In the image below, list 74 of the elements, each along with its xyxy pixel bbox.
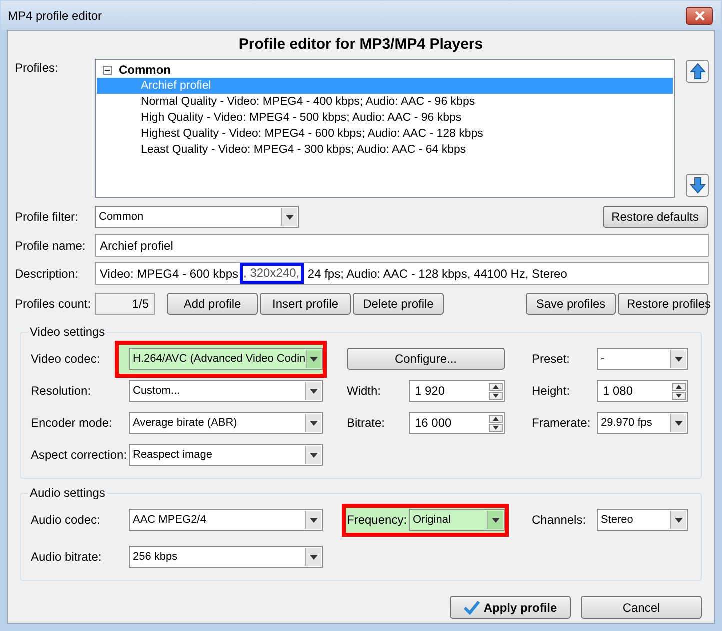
- arrow-down-icon: [690, 177, 706, 194]
- spin-field[interactable]: 16 000: [409, 412, 505, 434]
- dropdown[interactable]: Common: [95, 206, 299, 228]
- restore-defaults-button[interactable]: Restore defaults: [602, 206, 708, 228]
- dropdown-caret-icon: [487, 511, 503, 529]
- dropdown-caret-icon: [305, 548, 321, 566]
- tree-item[interactable]: Highest Quality - Video: MPEG4 - 600 kbps; Audio: AAC - 128 kbps: [97, 126, 673, 142]
- checkmark-icon: [464, 600, 480, 614]
- field-label: Audio bitrate:: [31, 549, 103, 566]
- name-field[interactable]: Archief profiel: [95, 234, 709, 257]
- field-label: Audio codec:: [31, 512, 102, 529]
- field-label: Aspect correction:: [31, 447, 128, 464]
- dropdown-caret-icon: [281, 208, 297, 226]
- field-label: Width:: [347, 383, 382, 400]
- window-title: MP4 profile editor: [8, 8, 102, 24]
- dropdown-caret-icon: [305, 414, 321, 432]
- dropdown[interactable]: Average birate (ABR): [129, 412, 323, 434]
- group-title: Audio settings: [28, 485, 108, 501]
- dropdown[interactable]: 29.970 fps: [597, 412, 688, 434]
- spin-field[interactable]: 1 920: [409, 380, 505, 402]
- dropdown[interactable]: Custom...: [129, 380, 323, 402]
- profiles-store-button[interactable]: Save profiles: [526, 293, 616, 315]
- dropdown-caret-icon: [670, 511, 686, 529]
- spin-arrows-icon: [672, 382, 686, 400]
- field-label: Height:: [532, 383, 572, 400]
- profile-action-button[interactable]: Add profile: [167, 293, 258, 315]
- close-button[interactable]: [686, 6, 713, 24]
- group-title: Video settings: [28, 324, 108, 340]
- field-label: Preset:: [532, 351, 572, 368]
- dropdown[interactable]: -: [597, 348, 688, 370]
- tree-group[interactable]: Common: [119, 61, 171, 79]
- dropdown[interactable]: AAC MPEG2/4: [129, 509, 323, 531]
- field-label: Encoder mode:: [31, 415, 114, 432]
- dropdown-caret-icon: [305, 446, 321, 464]
- dropdown-caret-icon: [670, 350, 686, 368]
- dropdown[interactable]: 256 kbps: [129, 546, 323, 568]
- dropdown[interactable]: Reaspect image: [129, 444, 323, 466]
- dropdown-caret-icon: [306, 350, 321, 368]
- move-down-button[interactable]: [686, 174, 709, 197]
- dialog-heading: Profile editor for MP3/MP4 Players: [238, 35, 484, 55]
- dropdown-caret-icon: [670, 414, 686, 432]
- filter-label: Profile filter:: [15, 209, 80, 226]
- description-label: Description:: [15, 266, 80, 282]
- tree-item[interactable]: Normal Quality - Video: MPEG4 - 400 kbps; Audio: AAC - 96 kbps: [97, 94, 673, 110]
- count-field: 1/5: [95, 293, 155, 315]
- spin-arrows-icon: [489, 414, 503, 432]
- spin-field[interactable]: 1 080: [597, 380, 688, 402]
- profile-action-button[interactable]: Delete profile: [353, 293, 444, 315]
- dropdown-caret-icon: [305, 382, 321, 400]
- cancel-button[interactable]: Cancel: [581, 596, 702, 619]
- profiles-store-button[interactable]: Restore profiles: [618, 293, 708, 315]
- profiles-label: Profiles:: [15, 60, 60, 77]
- arrow-up-icon: [690, 63, 706, 80]
- dropdown-caret-icon: [305, 511, 321, 529]
- field-label: Channels:: [532, 512, 588, 529]
- tree-item[interactable]: High Quality - Video: MPEG4 - 500 kbps; Audio: AAC - 96 kbps: [97, 110, 673, 126]
- count-label: Profiles count:: [15, 296, 92, 313]
- profile-action-button[interactable]: Insert profile: [260, 293, 351, 315]
- tree-item[interactable]: Least Quality - Video: MPEG4 - 300 kbps; Audio: AAC - 64 kbps: [97, 142, 673, 158]
- move-up-button[interactable]: [686, 60, 709, 83]
- field-label: Frequency:: [347, 512, 408, 529]
- spin-arrows-icon: [489, 382, 503, 400]
- dropdown[interactable]: H.264/AVC (Advanced Video Codin: [129, 348, 323, 370]
- configure-button[interactable]: Configure...: [347, 348, 505, 370]
- dropdown[interactable]: Original: [409, 509, 505, 531]
- field-label: Bitrate:: [347, 415, 386, 432]
- field-label: Video codec:: [31, 351, 102, 368]
- field-label: Framerate:: [532, 415, 592, 432]
- name-label: Profile name:: [15, 238, 87, 254]
- dropdown[interactable]: Stereo: [597, 509, 688, 531]
- collapse-icon[interactable]: [103, 66, 112, 74]
- field-label: Resolution:: [31, 383, 92, 400]
- close-icon: [694, 10, 704, 20]
- apply-button[interactable]: Apply profile: [450, 596, 571, 619]
